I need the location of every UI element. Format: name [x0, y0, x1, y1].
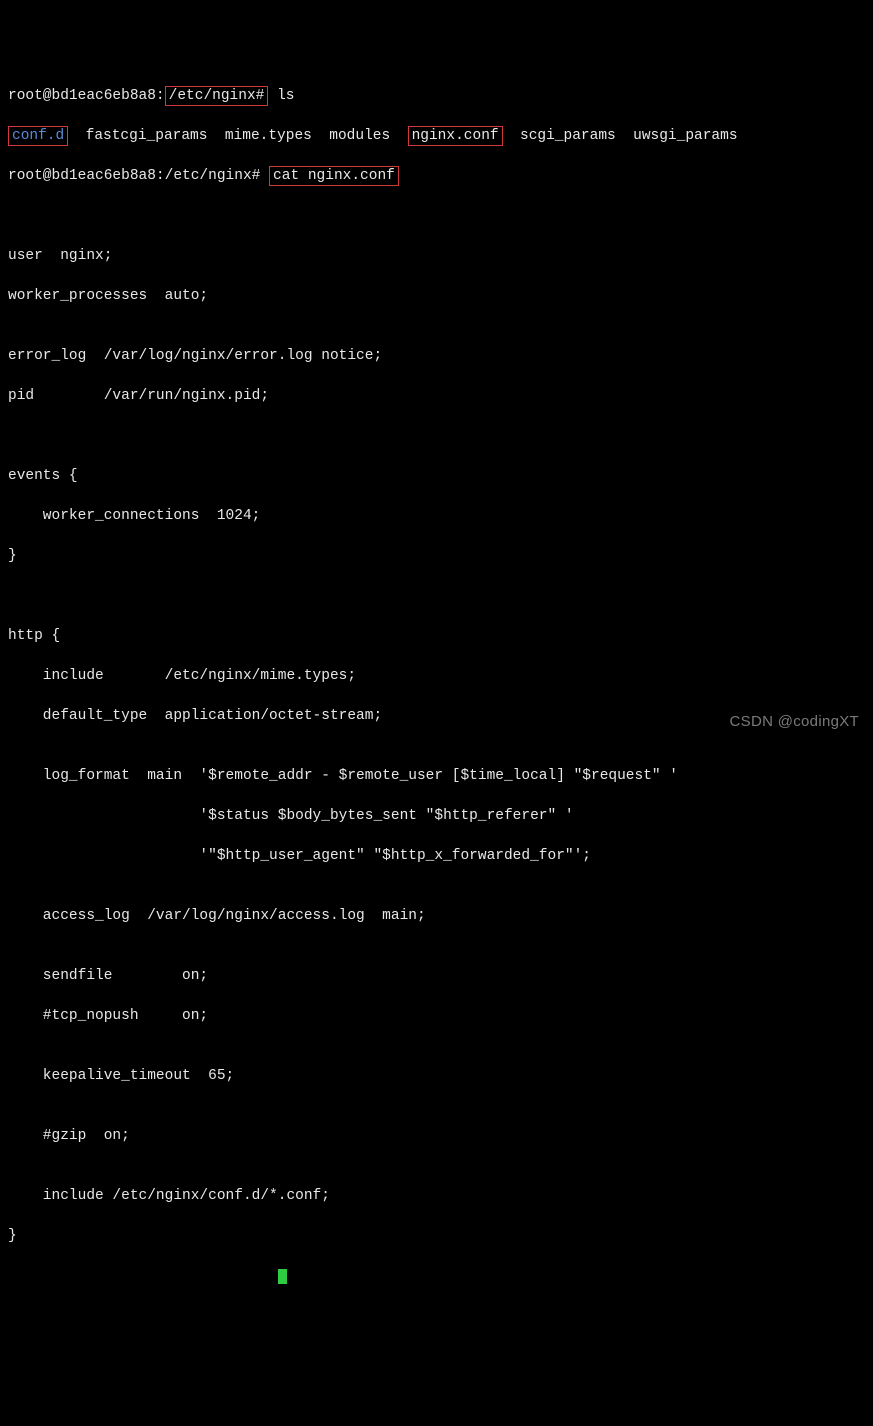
prompt-user-host: root@bd1eac6eb8a8:: [8, 88, 165, 104]
ls-entries-mid: fastcgi_params mime.types modules: [86, 128, 408, 144]
prompt-line-1: root@bd1eac6eb8a8:/etc/nginx# ls: [8, 86, 865, 106]
conf-line: }: [8, 1226, 865, 1246]
ls-entry-nginxconf: nginx.conf: [408, 126, 503, 146]
boxed-cat-cmd: cat nginx.conf: [269, 166, 399, 186]
command-ls: ls: [277, 88, 294, 104]
conf-line: access_log /var/log/nginx/access.log mai…: [8, 906, 865, 926]
conf-line: include /etc/nginx/mime.types;: [8, 666, 865, 686]
conf-line: #tcp_nopush on;: [8, 1006, 865, 1026]
boxed-path: /etc/nginx#: [165, 86, 269, 106]
prompt-full: root@bd1eac6eb8a8:/etc/nginx#: [8, 168, 260, 184]
ls-entries-rest: scgi_params uwsgi_params: [520, 128, 738, 144]
conf-line: '$status $body_bytes_sent "$http_referer…: [8, 806, 865, 826]
watermark: CSDN @codingXT: [730, 712, 859, 732]
conf-line: log_format main '$remote_addr - $remote_…: [8, 766, 865, 786]
conf-line: error_log /var/log/nginx/error.log notic…: [8, 346, 865, 366]
conf-line: worker_connections 1024;: [8, 506, 865, 526]
conf-line: events {: [8, 466, 865, 486]
conf-line: pid /var/run/nginx.pid;: [8, 386, 865, 406]
conf-line: #gzip on;: [8, 1126, 865, 1146]
prompt-line-2: root@bd1eac6eb8a8:/etc/nginx# cat nginx.…: [8, 166, 865, 186]
conf-line: keepalive_timeout 65;: [8, 1066, 865, 1086]
ls-entry-confd: conf.d: [8, 126, 68, 146]
conf-line: sendfile on;: [8, 966, 865, 986]
conf-line: '"$http_user_agent" "$http_x_forwarded_f…: [8, 846, 865, 866]
conf-line: }: [8, 546, 865, 566]
conf-line: include /etc/nginx/conf.d/*.conf;: [8, 1186, 865, 1206]
ls-output: conf.d fastcgi_params mime.types modules…: [8, 126, 865, 146]
cursor-icon: [278, 1269, 287, 1284]
conf-line: worker_processes auto;: [8, 286, 865, 306]
conf-line: user nginx;: [8, 246, 865, 266]
cursor-line[interactable]: [8, 1266, 865, 1286]
conf-line: http {: [8, 626, 865, 646]
